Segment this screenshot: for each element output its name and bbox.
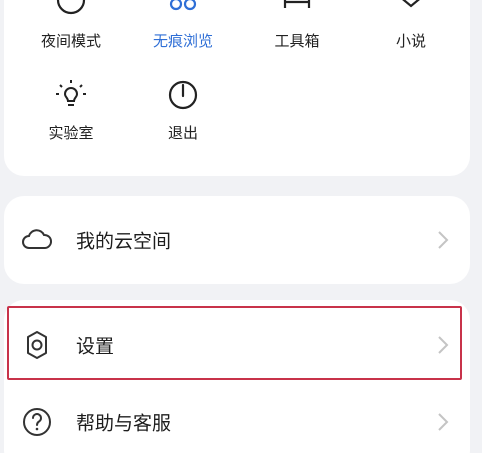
lightbulb-icon — [56, 80, 86, 106]
moon-icon — [56, 0, 86, 15]
incognito-button[interactable]: 无痕浏览 — [128, 0, 238, 51]
menu-item-settings-label: 设置 — [76, 335, 115, 358]
book-icon — [402, 0, 420, 8]
novel-label: 小说 — [395, 32, 426, 50]
toolbox-icon — [283, 0, 311, 8]
chevron-right-icon — [438, 336, 449, 354]
power-icon — [168, 80, 198, 110]
menu-item-help-label: 帮助与客服 — [76, 412, 172, 435]
chevron-right-icon — [438, 413, 449, 431]
chevron-right-icon — [438, 231, 449, 249]
exit-button[interactable]: 退出 — [128, 74, 238, 143]
night-mode-label: 夜间模式 — [40, 32, 101, 50]
night-mode-button[interactable]: 夜间模式 — [16, 0, 126, 51]
lab-label: 实验室 — [48, 124, 94, 142]
toolbox-button[interactable]: 工具箱 — [242, 0, 352, 51]
cloud-icon — [22, 229, 52, 249]
incognito-icon — [169, 0, 197, 11]
menu-panel: 夜间模式 无痕浏览 工具箱 小说 实验室 退出 我的云空间 设置 帮助与客服 — [0, 0, 482, 453]
lab-button[interactable]: 实验室 — [16, 74, 126, 143]
incognito-label: 无痕浏览 — [152, 32, 213, 50]
toolbox-label: 工具箱 — [274, 32, 320, 50]
cloud-card: 我的云空间 — [4, 196, 470, 284]
menu-item-cloud-label: 我的云空间 — [76, 230, 172, 253]
help-icon — [23, 408, 51, 436]
menu-item-help[interactable]: 帮助与客服 — [4, 386, 470, 453]
menu-item-settings[interactable]: 设置 — [4, 309, 470, 381]
settings-help-card: 设置 帮助与客服 — [4, 300, 470, 453]
novel-button[interactable]: 小说 — [356, 0, 466, 51]
gear-icon — [27, 331, 47, 359]
exit-label: 退出 — [167, 124, 198, 142]
menu-item-cloud[interactable]: 我的云空间 — [4, 204, 470, 276]
quick-actions-grid: 夜间模式 无痕浏览 工具箱 小说 实验室 退出 — [4, 0, 470, 176]
